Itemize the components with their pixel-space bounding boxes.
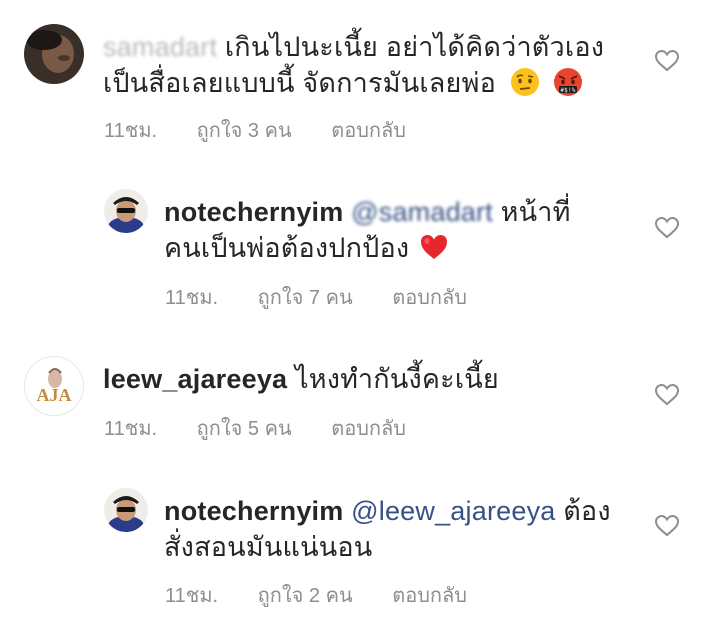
comment-username[interactable]: notechernyim [164,496,343,526]
comment-likes[interactable]: ถูกใจ 7 คน [258,287,353,309]
comment-text: เป็นสื่อเลยแบบนี้ จัดการมันเลยพ่อ [103,68,496,98]
comment-likes[interactable]: ถูกใจ 2 คน [258,585,353,607]
avatar[interactable]: AJA [24,356,84,416]
comment-text: ต้อง [563,496,611,526]
comment-text: สั่งสอนมันแน่นอน [164,532,373,562]
avatar[interactable] [24,24,84,84]
heart-icon[interactable] [654,49,680,73]
reply-button[interactable]: ตอบกลับ [331,418,406,440]
avatar-logo-text: AJA [37,385,72,405]
avatar[interactable] [104,488,148,532]
comment-time: 11ชม. [104,418,158,440]
comment-username[interactable]: samadart [103,32,217,62]
comment-text: ไหงทำกันงี้คะเนี้ย [294,364,499,394]
reply-button[interactable]: ตอบกลับ [331,120,406,142]
reply-button[interactable]: ตอบกลับ [392,287,467,309]
red-heart-emoji [421,235,448,259]
mention-link[interactable]: @leew_ajareeya [351,496,555,526]
comment-likes[interactable]: ถูกใจ 5 คน [197,418,292,440]
comment-text: เกินไปนะเนี้ย อย่าได้คิดว่าตัวเอง [224,32,605,62]
comment-text: หน้าที่ [500,197,571,227]
face-with-symbols-on-mouth-emoji: #$!% [554,68,583,96]
heart-icon[interactable] [654,216,680,240]
comment-username[interactable]: leew_ajareeya [103,364,287,394]
face-with-raised-eyebrow-emoji [510,68,539,96]
heart-icon[interactable] [654,383,680,407]
comment-username[interactable]: notechernyim [164,197,343,227]
comment-text: คนเป็นพ่อต้องปกป้อง [164,233,410,263]
avatar[interactable] [104,189,148,233]
comment-time: 11ชม. [104,120,158,142]
svg-text:#$!%: #$!% [561,87,576,94]
comment-time: 11ชม. [165,287,219,309]
reply-button[interactable]: ตอบกลับ [392,585,467,607]
comment-time: 11ชม. [165,585,219,607]
comment-likes[interactable]: ถูกใจ 3 คน [197,120,292,142]
heart-icon[interactable] [654,514,680,538]
mention-link[interactable]: @samadart [351,197,493,227]
